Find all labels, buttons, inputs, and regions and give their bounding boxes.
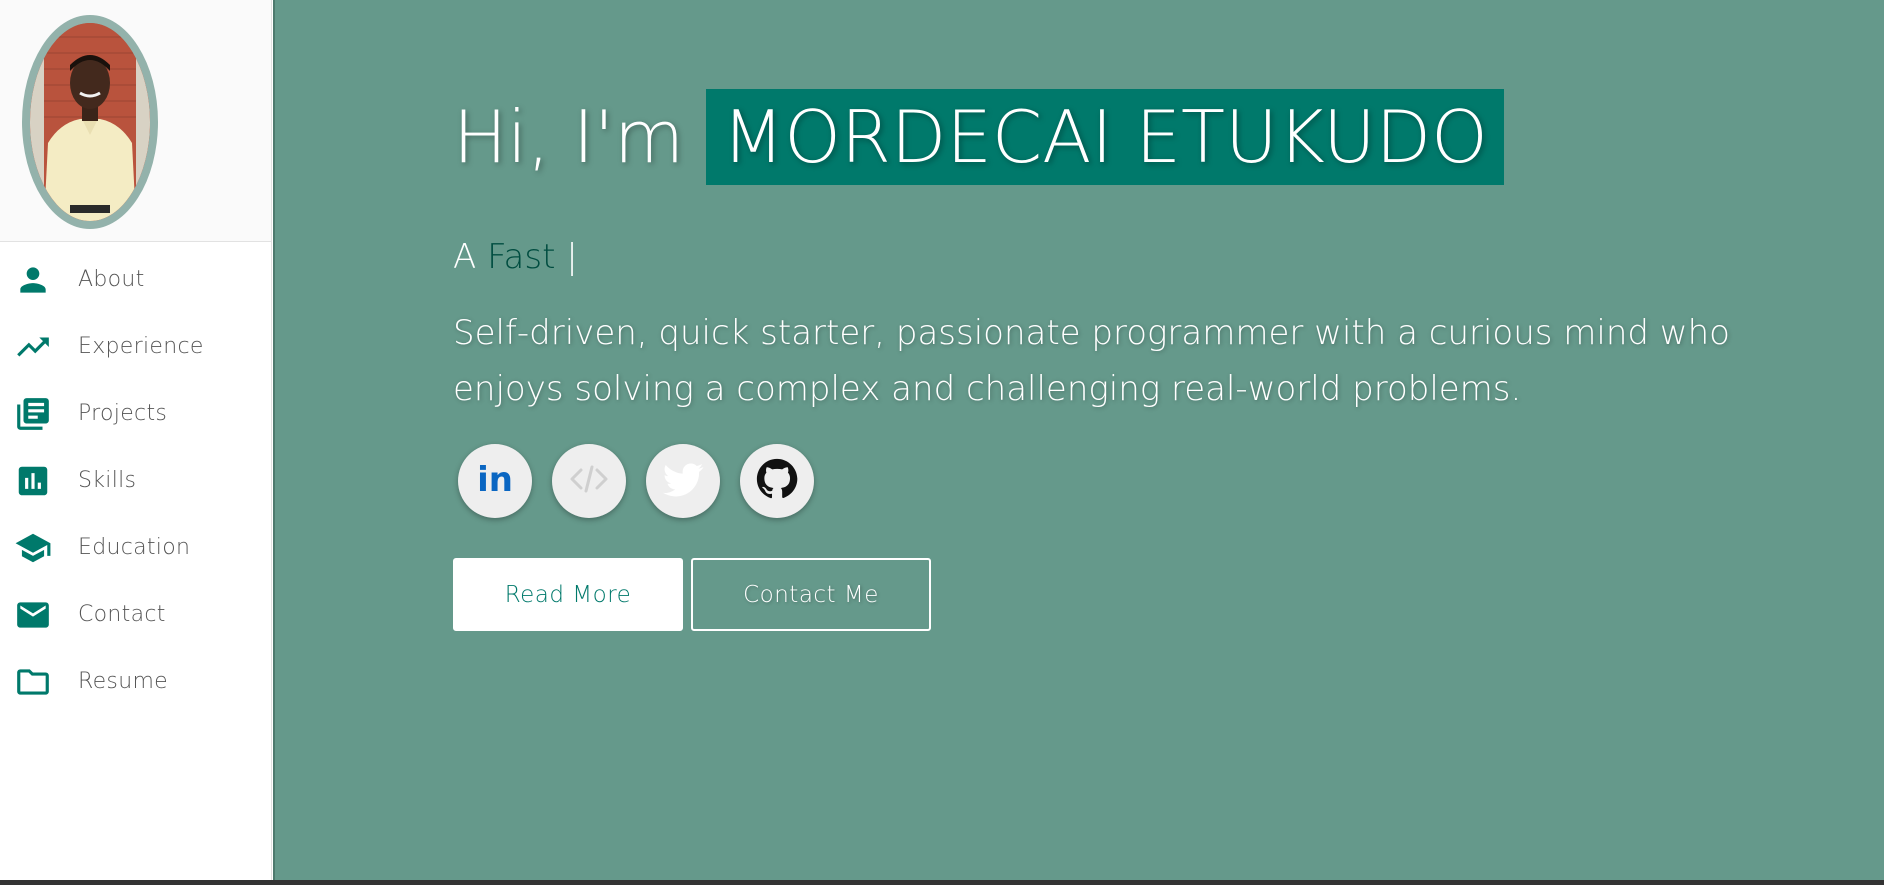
tagline-typed-word: Fast	[487, 237, 556, 277]
folder-icon	[13, 662, 53, 702]
sidebar-item-education[interactable]: Education	[0, 514, 271, 581]
library-books-icon	[13, 394, 53, 434]
mail-icon	[13, 595, 53, 635]
sidebar-item-experience[interactable]: Experience	[0, 313, 271, 380]
school-icon	[13, 528, 53, 568]
avatar	[22, 15, 158, 229]
sidebar: About Experience Projects Skills Educati…	[0, 0, 272, 880]
cta-buttons: Read More Contact Me	[453, 558, 1853, 631]
intro-text: Self-driven, quick starter, passionate p…	[453, 313, 1730, 409]
person-icon	[13, 260, 53, 300]
sidebar-item-label: Projects	[78, 401, 168, 426]
twitter-link[interactable]	[646, 444, 720, 518]
sidebar-item-resume[interactable]: Resume	[0, 648, 271, 715]
code-link[interactable]	[552, 444, 626, 518]
contact-me-button[interactable]: Contact Me	[691, 558, 931, 631]
sidebar-item-contact[interactable]: Contact	[0, 581, 271, 648]
sidebar-item-label: Contact	[78, 602, 166, 627]
twitter-icon	[660, 456, 706, 506]
social-links: in	[458, 444, 1853, 518]
bar-chart-icon	[13, 461, 53, 501]
typing-cursor: |	[566, 237, 578, 277]
sidebar-item-skills[interactable]: Skills	[0, 447, 271, 514]
hero-content: Hi, I'm MORDECAI ETUKUDO A Fast | Self-d…	[453, 89, 1853, 631]
linkedin-link[interactable]: in	[458, 444, 532, 518]
sidebar-item-label: Resume	[78, 669, 169, 694]
window-bottom-edge	[0, 880, 1884, 885]
linkedin-icon: in	[472, 456, 518, 506]
tagline-prefix: A	[453, 237, 477, 277]
sidebar-item-label: Education	[78, 535, 191, 560]
trending-up-icon	[13, 327, 53, 367]
code-icon	[566, 456, 612, 506]
github-icon	[754, 456, 800, 506]
svg-text:in: in	[477, 460, 513, 500]
sidebar-nav: About Experience Projects Skills Educati…	[0, 246, 271, 715]
hero-section: Hi, I'm MORDECAI ETUKUDO A Fast | Self-d…	[273, 0, 1884, 880]
name-highlight: MORDECAI ETUKUDO	[706, 89, 1504, 185]
github-link[interactable]	[740, 444, 814, 518]
tagline: A Fast |	[453, 237, 1853, 277]
sidebar-item-label: About	[78, 267, 145, 292]
greeting-heading: Hi, I'm MORDECAI ETUKUDO	[453, 89, 1853, 185]
sidebar-item-about[interactable]: About	[0, 246, 271, 313]
greeting-prefix: Hi, I'm	[453, 95, 685, 179]
sidebar-item-label: Experience	[78, 334, 204, 359]
sidebar-item-projects[interactable]: Projects	[0, 380, 271, 447]
read-more-button[interactable]: Read More	[453, 558, 683, 631]
sidebar-item-label: Skills	[78, 468, 137, 493]
avatar-area	[0, 0, 271, 242]
